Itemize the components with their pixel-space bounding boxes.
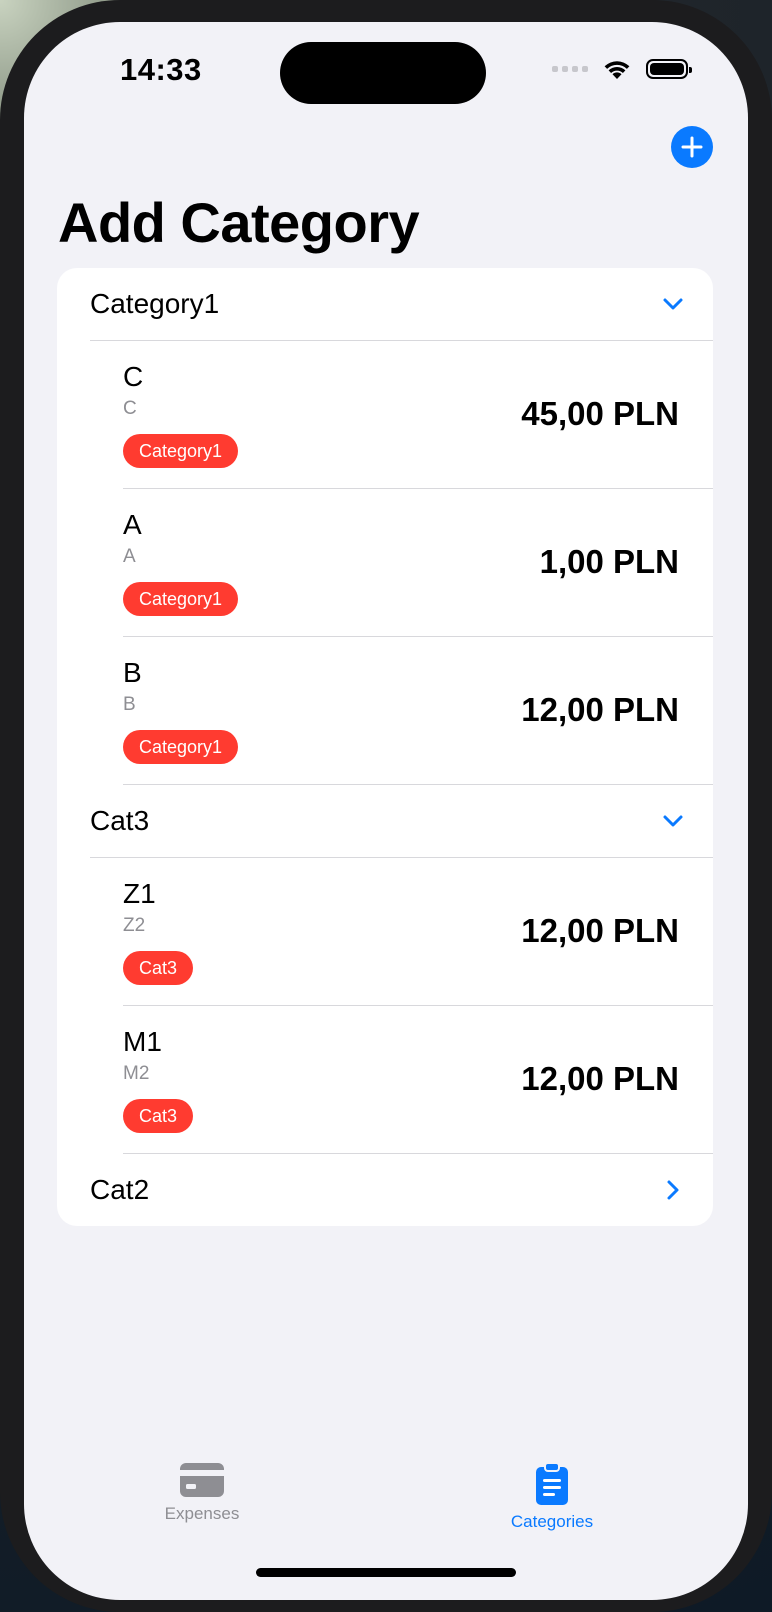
home-indicator[interactable] bbox=[256, 1568, 516, 1577]
category-badge: Category1 bbox=[123, 582, 239, 616]
section-name: Cat2 bbox=[90, 1174, 150, 1205]
add-button[interactable] bbox=[671, 126, 713, 168]
credit-card-icon bbox=[180, 1463, 224, 1497]
tab-expenses[interactable]: Expenses bbox=[102, 1462, 302, 1524]
plus-icon bbox=[681, 136, 703, 158]
category-list: Category1 C C Category1 45,00 PLN A A Ca… bbox=[57, 268, 713, 1226]
item-amount: 45,00 PLN bbox=[521, 395, 679, 432]
item-subtitle: M2 bbox=[123, 1063, 150, 1084]
section-header-cat2[interactable]: Cat2 bbox=[57, 1154, 713, 1226]
clipboard-list-icon bbox=[536, 1462, 568, 1505]
item-amount: 1,00 PLN bbox=[539, 543, 679, 580]
section-name: Category1 bbox=[90, 288, 220, 319]
dynamic-island bbox=[280, 42, 486, 104]
list-item[interactable]: C C Category1 45,00 PLN bbox=[57, 341, 713, 488]
cellular-signal-icon bbox=[552, 66, 588, 72]
list-item[interactable]: A A Category1 1,00 PLN bbox=[57, 489, 713, 636]
tab-categories[interactable]: Categories bbox=[452, 1462, 652, 1532]
item-subtitle: Z2 bbox=[123, 915, 146, 936]
battery-icon bbox=[646, 59, 692, 79]
item-title: Z1 bbox=[123, 878, 156, 909]
phone-frame: 14:33 Add Category Category1 C C Categor… bbox=[0, 0, 772, 1612]
list-item[interactable]: M1 M2 Cat3 12,00 PLN bbox=[57, 1006, 713, 1153]
chevron-down-icon bbox=[663, 815, 683, 827]
section-header-cat3[interactable]: Cat3 bbox=[57, 785, 713, 857]
tab-bar: Expenses Categories bbox=[24, 1462, 748, 1562]
item-subtitle: A bbox=[123, 546, 136, 567]
item-subtitle: B bbox=[123, 694, 136, 715]
category-badge: Cat3 bbox=[123, 951, 194, 985]
item-subtitle: C bbox=[123, 398, 137, 419]
status-time: 14:33 bbox=[120, 52, 202, 87]
page-title: Add Category bbox=[58, 191, 420, 254]
item-title: B bbox=[123, 657, 142, 688]
screen: 14:33 Add Category Category1 C C Categor… bbox=[24, 22, 748, 1600]
chevron-down-icon bbox=[663, 298, 683, 310]
tab-label: Categories bbox=[510, 1512, 594, 1531]
tab-label: Expenses bbox=[164, 1504, 240, 1523]
item-amount: 12,00 PLN bbox=[521, 691, 679, 728]
status-indicators bbox=[552, 58, 692, 80]
item-title: A bbox=[123, 509, 142, 540]
category-badge: Cat3 bbox=[123, 1099, 194, 1133]
category-badge: Category1 bbox=[123, 730, 239, 764]
item-title: M1 bbox=[123, 1026, 162, 1057]
item-amount: 12,00 PLN bbox=[521, 912, 679, 949]
list-item[interactable]: B B Category1 12,00 PLN bbox=[57, 637, 713, 784]
item-title: C bbox=[123, 361, 144, 392]
wifi-icon bbox=[604, 61, 630, 79]
list-item[interactable]: Z1 Z2 Cat3 12,00 PLN bbox=[57, 858, 713, 1005]
section-name: Cat3 bbox=[90, 805, 150, 836]
section-header-category1[interactable]: Category1 bbox=[57, 268, 713, 340]
chevron-right-icon bbox=[667, 1180, 679, 1200]
item-amount: 12,00 PLN bbox=[521, 1060, 679, 1097]
category-badge: Category1 bbox=[123, 434, 239, 468]
